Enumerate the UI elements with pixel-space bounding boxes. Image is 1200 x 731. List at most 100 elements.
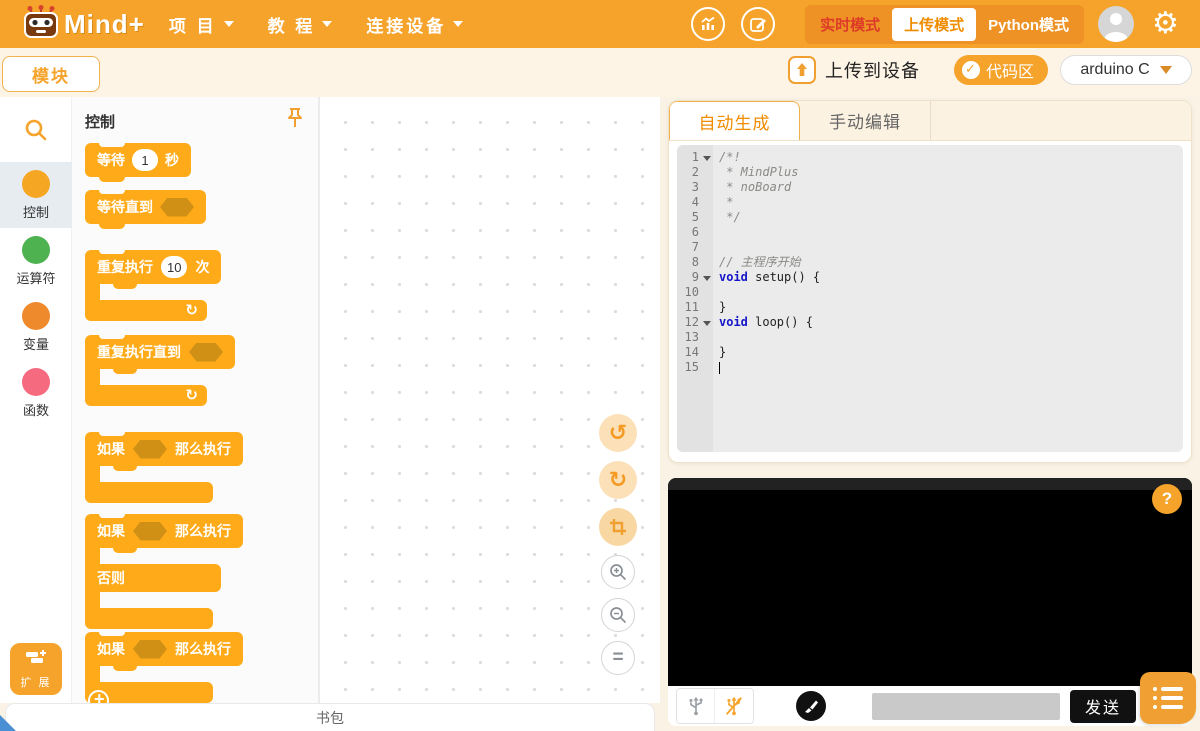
category-functions-label: 函数 [23, 400, 49, 419]
search-button[interactable] [23, 117, 49, 148]
gear-icon[interactable] [1152, 9, 1182, 39]
serial-connection-toggle [676, 688, 754, 724]
upload-to-device-button[interactable]: 上传到设备 [788, 56, 920, 84]
mindplus-app: Mind+ 项 目 教 程 连接设备 [0, 0, 1200, 731]
tab-modules[interactable]: 模块 [2, 56, 100, 92]
block-label: 如果 [97, 439, 125, 459]
code-area-label: 代码区 [986, 58, 1034, 82]
category-functions[interactable]: 函数 [0, 360, 72, 426]
menu-connect-device-label: 连接设备 [366, 12, 446, 37]
code-area-toggle[interactable]: 代码区 [954, 55, 1048, 85]
boolean-slot[interactable] [133, 440, 167, 459]
block-if-then-expandable[interactable]: 如果 那么执行 [85, 632, 243, 703]
main-area: 控制 运算符 变量 函数 [0, 97, 1200, 731]
send-button[interactable]: 发送 [1070, 690, 1136, 723]
mode-switcher: 实时模式 上传模式 Python模式 [805, 5, 1084, 44]
chevron-down-icon [322, 21, 332, 27]
pin-icon[interactable] [286, 107, 304, 134]
logo-text: Mind+ [64, 9, 145, 40]
category-variables[interactable]: 变量 [0, 294, 72, 360]
serial-menu-button[interactable] [1140, 672, 1196, 724]
category-variables-label: 变量 [23, 334, 49, 353]
backpack-label: 书包 [316, 708, 344, 728]
avatar[interactable] [1098, 6, 1134, 42]
sprite-corner-decoration [0, 715, 16, 731]
block-wait-until[interactable]: 等待直到 [85, 190, 206, 224]
number-input[interactable]: 10 [161, 256, 187, 278]
block-if-else[interactable]: 如果 那么执行 否则 [85, 514, 243, 629]
toolbar: 模块 上传到设备 代码区 arduino C [0, 48, 1200, 97]
upload-icon [788, 56, 816, 84]
menu-project-label: 项 目 [169, 12, 217, 37]
block-label: 如果 [97, 521, 125, 541]
block-label: 否则 [97, 568, 125, 588]
workspace-canvas[interactable] [320, 97, 660, 703]
zoom-out-button[interactable] [601, 598, 635, 632]
mode-upload-button[interactable]: 上传模式 [892, 8, 976, 41]
block-label: 等待直到 [97, 197, 153, 217]
list-icon [1153, 687, 1183, 691]
serial-monitor-output[interactable]: ? [668, 478, 1192, 686]
block-repeat-until[interactable]: 重复执行直到 [85, 335, 235, 406]
category-control-dot [22, 170, 50, 198]
block-wait-seconds[interactable]: 等待 1 秒 [85, 143, 191, 177]
code-lines: 1/*!2 * MindPlus3 * noBoard4 *5 */678// … [677, 150, 1183, 375]
robot-logo-icon [22, 5, 60, 44]
block-palette: 控制 等待 1 秒 等待直到 [72, 97, 320, 703]
screenshot-crop-button[interactable] [599, 508, 637, 546]
undo-button[interactable] [599, 414, 637, 452]
category-sidebar: 控制 运算符 变量 函数 [0, 97, 72, 703]
menu-tutorials-label: 教 程 [268, 12, 316, 37]
tab-manual-edit[interactable]: 手动编辑 [800, 101, 931, 140]
add-branch-icon[interactable] [88, 690, 109, 703]
menu-project[interactable]: 项 目 [169, 12, 234, 37]
feedback-edit-icon[interactable] [741, 7, 775, 41]
board-select-value: arduino C [1080, 61, 1149, 79]
chevron-down-icon [453, 21, 463, 27]
extensions-button[interactable]: 扩 展 [10, 643, 62, 695]
category-control[interactable]: 控制 [0, 162, 72, 228]
block-label: 如果 [97, 639, 125, 659]
block-label: 秒 [165, 150, 179, 170]
check-icon [962, 61, 980, 79]
mindplus-logo[interactable]: Mind+ [22, 5, 145, 44]
loop-arrow-icon [85, 385, 207, 406]
serial-toolbar: 发送 [668, 686, 1192, 726]
code-panel: 自动生成 手动编辑 1/*!2 * MindPlus3 * noBoard4 *… [668, 100, 1192, 463]
usb-disconnected-icon[interactable] [715, 689, 753, 723]
zoom-in-button[interactable] [601, 555, 635, 589]
block-label: 那么执行 [175, 521, 231, 541]
brush-icon [803, 698, 819, 714]
clear-output-button[interactable] [796, 691, 826, 721]
boolean-slot[interactable] [160, 198, 194, 217]
mode-python-button[interactable]: Python模式 [976, 8, 1081, 41]
block-label: 次 [195, 257, 209, 277]
boolean-slot[interactable] [189, 343, 223, 362]
help-button[interactable]: ? [1152, 484, 1182, 514]
block-label: 那么执行 [175, 439, 231, 459]
community-chart-icon[interactable] [691, 7, 725, 41]
tab-auto-generate[interactable]: 自动生成 [669, 101, 800, 140]
menu-tutorials[interactable]: 教 程 [268, 12, 333, 37]
usb-connected-icon[interactable] [677, 689, 715, 723]
block-repeat-times[interactable]: 重复执行 10 次 [85, 250, 221, 321]
boolean-slot[interactable] [133, 640, 167, 659]
mode-realtime-button[interactable]: 实时模式 [808, 8, 892, 41]
category-operators-dot [22, 236, 50, 264]
backpack-bar[interactable]: 书包 [5, 703, 655, 731]
redo-button[interactable] [599, 461, 637, 499]
number-input[interactable]: 1 [132, 149, 158, 171]
code-editor[interactable]: 1/*!2 * MindPlus3 * noBoard4 *5 */678// … [677, 145, 1183, 452]
toolbar-right: 上传到设备 代码区 arduino C [788, 55, 1192, 85]
main-menu: 项 目 教 程 连接设备 [169, 12, 463, 37]
boolean-slot[interactable] [133, 522, 167, 541]
block-if-then[interactable]: 如果 那么执行 [85, 432, 243, 503]
top-navbar: Mind+ 项 目 教 程 连接设备 [0, 0, 1200, 48]
menu-connect-device[interactable]: 连接设备 [366, 12, 463, 37]
category-operators[interactable]: 运算符 [0, 228, 72, 294]
navbar-right: 实时模式 上传模式 Python模式 [691, 5, 1182, 44]
serial-input[interactable] [872, 693, 1060, 720]
board-select-dropdown[interactable]: arduino C [1060, 55, 1192, 85]
upload-label: 上传到设备 [825, 57, 920, 83]
zoom-reset-button[interactable] [601, 641, 635, 675]
